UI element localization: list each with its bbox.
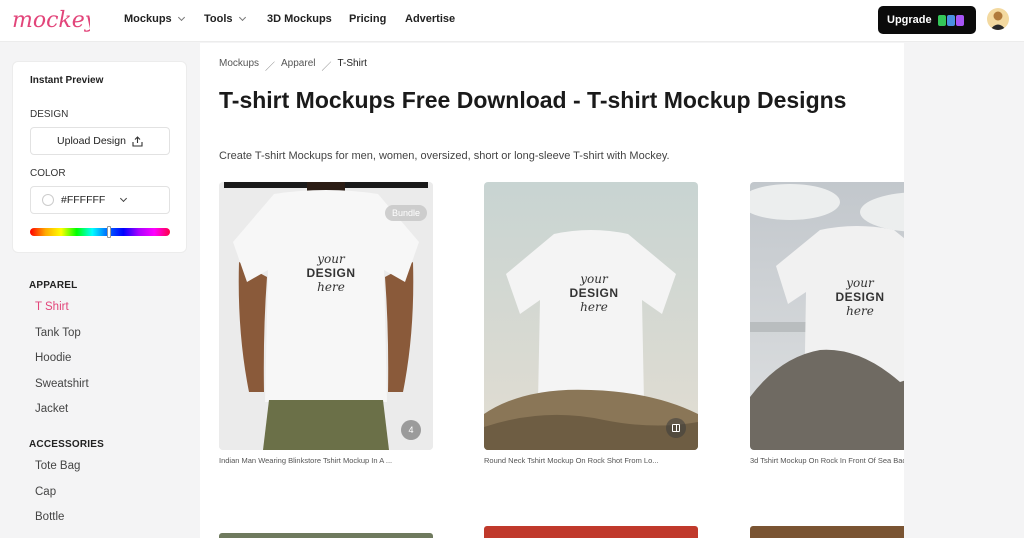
- hue-slider[interactable]: [30, 226, 170, 238]
- mockup-card[interactable]: your DESIGN here Round Neck Tshirt Mocku…: [484, 182, 698, 465]
- mockup-caption[interactable]: 3d Tshirt Mockup On Rock In Front Of Sea…: [750, 456, 904, 465]
- design-placeholder: your DESIGN here: [835, 276, 885, 318]
- nav-tools-label: Tools: [204, 13, 233, 25]
- chevron-down-icon: [238, 13, 246, 22]
- nav-tools[interactable]: Tools: [204, 13, 246, 25]
- upload-design-button[interactable]: Upload Design: [30, 127, 170, 155]
- bundle-badge: Bundle: [384, 205, 427, 221]
- breadcrumb-apparel[interactable]: Apparel: [281, 58, 315, 73]
- page-description: Create T-shirt Mockups for men, women, o…: [219, 150, 670, 162]
- nav-mockups-label: Mockups: [124, 13, 172, 25]
- color-select[interactable]: #FFFFFF: [30, 186, 170, 214]
- man-tshirt-back-image: [219, 182, 433, 450]
- mockey-logo[interactable]: mockey: [10, 2, 90, 40]
- design-placeholder: your DESIGN here: [569, 272, 619, 314]
- nav-advertise[interactable]: Advertise: [405, 13, 455, 25]
- chevron-down-icon: [120, 194, 128, 203]
- mockup-card[interactable]: your DESIGN here Bundle 4 Indian Man Wea…: [219, 182, 433, 465]
- tshirt-on-rock-image: [484, 182, 698, 450]
- nav-3d-mockups[interactable]: 3D Mockups: [267, 13, 332, 25]
- upgrade-button[interactable]: Upgrade: [878, 6, 976, 34]
- sidebar-item-tote-bag[interactable]: Tote Bag: [35, 460, 80, 472]
- hue-slider-thumb[interactable]: [107, 226, 111, 238]
- mockup-card[interactable]: your DESIGN here 3d Tshirt Mockup On Roc…: [750, 182, 904, 465]
- design-placeholder: your DESIGN here: [306, 252, 356, 294]
- sidebar-item-jacket[interactable]: Jacket: [35, 403, 68, 415]
- user-avatar[interactable]: [987, 8, 1009, 30]
- mockup-caption[interactable]: Round Neck Tshirt Mockup On Rock Shot Fr…: [484, 456, 698, 465]
- nav-3d-mockups-label: 3D Mockups: [267, 13, 332, 25]
- breadcrumb: Mockups ／ Apparel ／ T-Shirt: [219, 58, 367, 73]
- mockup-thumbnail[interactable]: your DESIGN here Bundle 4: [219, 182, 433, 450]
- right-gutter: [904, 43, 1024, 538]
- apparel-heading: APPAREL: [29, 280, 78, 291]
- sidebar-item-cap[interactable]: Cap: [35, 486, 56, 498]
- upload-icon: [132, 135, 143, 147]
- nav-pricing[interactable]: Pricing: [349, 13, 386, 25]
- sidebar: Instant Preview DESIGN Upload Design COL…: [0, 43, 200, 538]
- accessories-heading: ACCESSORIES: [29, 439, 104, 450]
- nav-pricing-label: Pricing: [349, 13, 387, 25]
- mockup-thumbnail-partial[interactable]: [484, 526, 698, 538]
- breadcrumb-separator-icon: ／: [321, 62, 332, 73]
- main-content: Mockups ／ Apparel ／ T-Shirt T-shirt Mock…: [200, 43, 904, 538]
- mockup-thumbnail[interactable]: your DESIGN here: [484, 182, 698, 450]
- page-title: T-shirt Mockups Free Download - T-shirt …: [219, 87, 847, 113]
- nav-advertise-label: Advertise: [405, 13, 456, 25]
- instant-preview-panel: Instant Preview DESIGN Upload Design COL…: [12, 61, 187, 253]
- breadcrumb-separator-icon: ／: [265, 62, 276, 73]
- color-value: #FFFFFF: [61, 194, 106, 206]
- mockup-thumbnail[interactable]: your DESIGN here: [750, 182, 904, 450]
- upgrade-label: Upgrade: [887, 14, 932, 26]
- top-navbar: mockey Mockups Tools 3D Mockups Pricing …: [0, 0, 1024, 42]
- panel-title: Instant Preview: [30, 75, 104, 86]
- design-label: DESIGN: [30, 109, 69, 120]
- mockup-caption[interactable]: Indian Man Wearing Blinkstore Tshirt Moc…: [219, 456, 433, 465]
- upload-design-label: Upload Design: [57, 135, 126, 147]
- breadcrumb-mockups[interactable]: Mockups: [219, 58, 259, 73]
- sidebar-item-tank-top[interactable]: Tank Top: [35, 327, 81, 339]
- mockup-thumbnail-partial[interactable]: [750, 526, 904, 538]
- avatar-icon: [990, 11, 1006, 30]
- sidebar-item-hoodie[interactable]: Hoodie: [35, 352, 71, 364]
- chevron-down-icon: [177, 13, 185, 22]
- breadcrumb-current: T-Shirt: [337, 58, 367, 69]
- mockup-thumbnail-partial[interactable]: [219, 533, 433, 538]
- sidebar-item-t-shirt[interactable]: T Shirt: [35, 301, 69, 313]
- premium-icons: [937, 14, 964, 26]
- sidebar-item-bottle[interactable]: Bottle: [35, 511, 64, 523]
- nav-mockups[interactable]: Mockups: [124, 13, 185, 25]
- color-label: COLOR: [30, 168, 66, 179]
- color-swatch: [42, 194, 54, 206]
- sidebar-item-sweatshirt[interactable]: Sweatshirt: [35, 378, 89, 390]
- image-count-badge: 4: [401, 420, 421, 440]
- svg-text:mockey: mockey: [12, 8, 90, 33]
- compare-icon[interactable]: [666, 418, 686, 438]
